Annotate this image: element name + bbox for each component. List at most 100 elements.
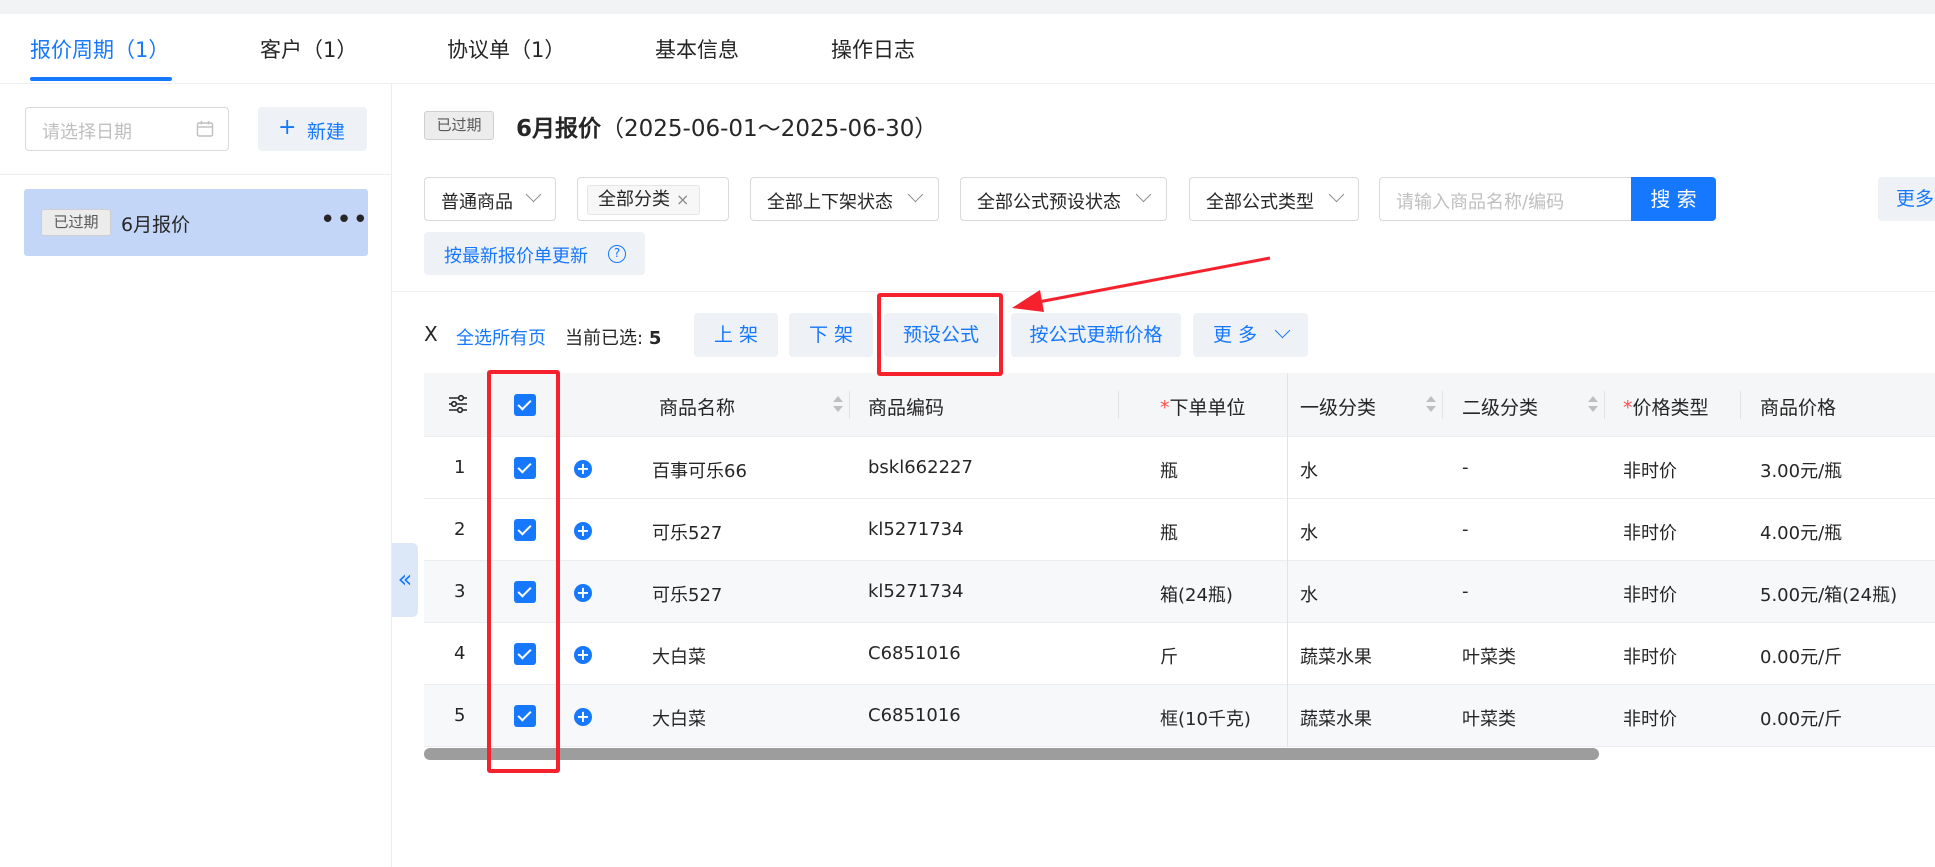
price-type: 非时价 bbox=[1623, 647, 1677, 668]
product-name: 大白菜 bbox=[652, 647, 706, 668]
required-mark: * bbox=[1623, 397, 1633, 419]
help-icon[interactable]: ? bbox=[608, 245, 626, 263]
product-code: C6851016 bbox=[868, 643, 961, 664]
column-separator bbox=[1118, 391, 1119, 419]
table-row[interactable]: 2 + 可乐527 kl5271734 瓶 水 - 非时价 4.00元/瓶 bbox=[424, 499, 1935, 561]
period-name: 6月报价 bbox=[121, 214, 191, 236]
selected-prefix: 当前已选: bbox=[565, 328, 644, 349]
row-number: 3 bbox=[454, 581, 466, 602]
more-actions-label: 更 多 bbox=[1213, 324, 1258, 346]
add-circle-icon[interactable]: + bbox=[574, 460, 592, 478]
active-tab-indicator bbox=[30, 77, 172, 81]
row-number: 2 bbox=[454, 519, 466, 540]
product-price: 4.00元/瓶 bbox=[1760, 523, 1843, 544]
header-status-badge: 已过期 bbox=[424, 111, 494, 140]
off-shelf-button[interactable]: 下 架 bbox=[789, 313, 873, 357]
product-price: 5.00元/箱(24瓶) bbox=[1760, 585, 1898, 606]
preset-status-value: 全部公式预设状态 bbox=[977, 192, 1121, 213]
shelf-status-select[interactable]: 全部上下架状态 bbox=[750, 177, 939, 221]
product-code: kl5271734 bbox=[868, 519, 964, 540]
sort-icon[interactable] bbox=[833, 396, 843, 414]
on-shelf-button[interactable]: 上 架 bbox=[694, 313, 778, 357]
chevron-down-icon bbox=[1328, 186, 1345, 203]
price-type: 非时价 bbox=[1623, 523, 1677, 544]
add-circle-icon[interactable]: + bbox=[574, 522, 592, 540]
tab-operation-log[interactable]: 操作日志 bbox=[831, 34, 915, 64]
table-row[interactable]: 3 + 可乐527 kl5271734 箱(24瓶) 水 - 非时价 5.00元… bbox=[424, 561, 1935, 623]
search-input[interactable]: 请输入商品名称/编码 bbox=[1379, 177, 1632, 221]
period-item[interactable]: 已过期 6月报价 ••• bbox=[24, 189, 368, 256]
add-circle-icon[interactable]: + bbox=[574, 646, 592, 664]
col-header-cat2: 二级分类 bbox=[1462, 397, 1539, 419]
collapse-left-icon[interactable]: « bbox=[392, 543, 418, 617]
col-header-code: 商品编码 bbox=[868, 397, 945, 419]
horizontal-scrollbar[interactable] bbox=[424, 748, 1599, 760]
col-header-name: 商品名称 bbox=[659, 397, 736, 419]
sort-icon[interactable] bbox=[1426, 396, 1436, 414]
order-unit: 框(10千克) bbox=[1160, 709, 1251, 730]
category-level2: - bbox=[1462, 457, 1469, 478]
date-picker-input[interactable]: 请选择日期 bbox=[25, 107, 229, 151]
goods-type-select[interactable]: 普通商品 bbox=[424, 177, 556, 221]
page-title: 6月报价（2025-06-01～2025-06-30） bbox=[516, 109, 937, 143]
update-by-latest-button[interactable]: 按最新报价单更新 ? bbox=[424, 232, 645, 275]
product-name: 大白菜 bbox=[652, 709, 706, 730]
annotation-checkbox-highlight bbox=[487, 370, 560, 773]
tab-agreements[interactable]: 协议单（1） bbox=[447, 34, 565, 64]
product-price: 0.00元/斤 bbox=[1760, 647, 1843, 668]
top-strip bbox=[0, 0, 1935, 14]
add-circle-icon[interactable]: + bbox=[574, 584, 592, 602]
date-placeholder: 请选择日期 bbox=[42, 122, 132, 143]
close-icon[interactable]: X bbox=[424, 322, 438, 346]
more-icon[interactable]: ••• bbox=[320, 205, 369, 235]
settings-icon[interactable] bbox=[448, 394, 468, 414]
category-select[interactable]: 全部分类 × bbox=[577, 177, 729, 221]
formula-type-select[interactable]: 全部公式类型 bbox=[1189, 177, 1359, 221]
tab-customers[interactable]: 客户（1） bbox=[260, 34, 357, 64]
formula-type-value: 全部公式类型 bbox=[1206, 192, 1314, 213]
order-unit: 箱(24瓶) bbox=[1160, 585, 1233, 606]
preset-status-select[interactable]: 全部公式预设状态 bbox=[960, 177, 1167, 221]
calendar-icon bbox=[196, 121, 214, 137]
table-row[interactable]: 5 + 大白菜 C6851016 框(10千克) 蔬菜水果 叶菜类 非时价 0.… bbox=[424, 685, 1935, 747]
order-unit: 瓶 bbox=[1160, 523, 1178, 544]
product-code: C6851016 bbox=[868, 705, 961, 726]
price-type: 非时价 bbox=[1623, 709, 1677, 730]
sort-icon[interactable] bbox=[1588, 396, 1598, 414]
goods-type-value: 普通商品 bbox=[441, 192, 513, 213]
select-all-pages-link[interactable]: 全选所有页 bbox=[456, 324, 546, 350]
expired-badge: 已过期 bbox=[41, 209, 111, 236]
col-header-unit-label: 下单单位 bbox=[1169, 397, 1246, 419]
chevron-down-icon bbox=[1274, 322, 1291, 339]
category-level1: 蔬菜水果 bbox=[1300, 647, 1372, 668]
new-period-label: 新建 bbox=[307, 121, 346, 143]
row-number: 5 bbox=[454, 705, 466, 726]
annotation-preset-highlight bbox=[877, 293, 1003, 376]
category-level1: 水 bbox=[1300, 585, 1318, 606]
product-name: 百事可乐66 bbox=[652, 461, 747, 482]
table-row[interactable]: 4 + 大白菜 C6851016 斤 蔬菜水果 叶菜类 非时价 0.00元/斤 bbox=[424, 623, 1935, 685]
table-row[interactable]: 1 + 百事可乐66 bskl662227 瓶 水 - 非时价 3.00元/瓶 bbox=[424, 437, 1935, 499]
category-level2: 叶菜类 bbox=[1462, 709, 1516, 730]
add-circle-icon[interactable]: + bbox=[574, 708, 592, 726]
update-by-latest-label: 按最新报价单更新 bbox=[444, 246, 588, 267]
col-header-price-type: *价格类型 bbox=[1623, 393, 1709, 420]
order-unit: 斤 bbox=[1160, 647, 1178, 668]
close-icon[interactable]: × bbox=[676, 190, 689, 209]
category-level2: - bbox=[1462, 581, 1469, 602]
tab-quote-cycle[interactable]: 报价周期（1） bbox=[30, 34, 169, 64]
column-separator bbox=[1442, 391, 1443, 419]
tab-bar: 报价周期（1） 客户（1） 协议单（1） 基本信息 操作日志 bbox=[0, 14, 1935, 84]
selected-count: 当前已选: 5 bbox=[565, 324, 661, 350]
category-level1: 水 bbox=[1300, 461, 1318, 482]
product-code: bskl662227 bbox=[868, 457, 973, 478]
chevron-down-icon bbox=[907, 186, 924, 203]
new-period-button[interactable]: + 新建 bbox=[258, 107, 367, 151]
chevron-down-icon bbox=[525, 186, 542, 203]
search-button[interactable]: 搜 索 bbox=[1631, 177, 1716, 221]
more-filters-button[interactable]: 更多 bbox=[1878, 177, 1935, 221]
order-unit: 瓶 bbox=[1160, 461, 1178, 482]
tab-basic-info[interactable]: 基本信息 bbox=[655, 34, 739, 64]
fixed-column-divider bbox=[1287, 373, 1288, 747]
shelf-status-value: 全部上下架状态 bbox=[767, 192, 893, 213]
